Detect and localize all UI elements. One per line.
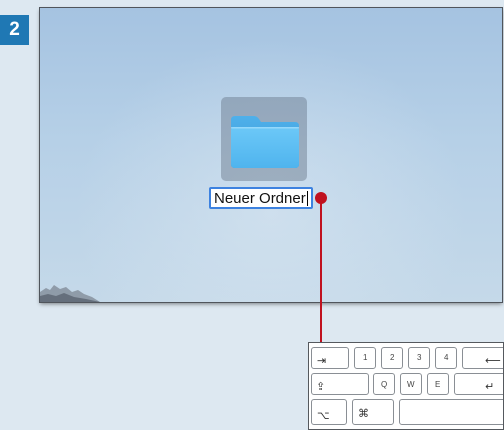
key-return[interactable]: ↵ <box>454 373 503 395</box>
key-label: Q <box>381 380 388 389</box>
backspace-icon: ⟵ <box>485 354 501 367</box>
key-3[interactable]: 3 <box>408 347 430 369</box>
key-label: 4 <box>444 353 449 362</box>
key-2[interactable]: 2 <box>381 347 403 369</box>
key-label: 3 <box>417 353 422 362</box>
desktop-screenshot: Neuer Ordner <box>40 8 502 302</box>
key-label: E <box>435 380 441 389</box>
key-1[interactable]: 1 <box>354 347 376 369</box>
key-tab[interactable]: ⇥ <box>311 347 349 369</box>
keyboard-illustration: ⇥ 1 2 3 4 ⟵ ⇪ Q W E ↵ ⌥ ⌘ <box>308 342 504 430</box>
text-caret <box>306 190 308 206</box>
key-capslock[interactable]: ⇪ <box>311 373 369 395</box>
folder-icon[interactable] <box>228 112 302 172</box>
option-icon: ⌥ <box>317 409 330 422</box>
callout-line <box>320 200 322 342</box>
return-icon: ↵ <box>485 380 495 393</box>
step-number-badge: 2 <box>0 15 29 45</box>
wallpaper-rocks <box>40 285 100 302</box>
folder-name-text: Neuer Ordner <box>214 189 306 207</box>
tab-icon: ⇥ <box>317 354 327 367</box>
capslock-icon: ⇪ <box>316 380 326 393</box>
key-option[interactable]: ⌥ <box>311 399 347 425</box>
key-e[interactable]: E <box>427 373 449 395</box>
key-label: 1 <box>363 353 368 362</box>
key-4[interactable]: 4 <box>435 347 457 369</box>
key-w[interactable]: W <box>400 373 422 395</box>
key-space[interactable] <box>399 399 503 425</box>
key-label: W <box>407 380 415 389</box>
folder-name-input[interactable]: Neuer Ordner <box>209 187 313 209</box>
key-command[interactable]: ⌘ <box>352 399 394 425</box>
key-label: 2 <box>390 353 395 362</box>
key-q[interactable]: Q <box>373 373 395 395</box>
key-backspace[interactable]: ⟵ <box>462 347 503 369</box>
command-icon: ⌘ <box>358 407 369 420</box>
